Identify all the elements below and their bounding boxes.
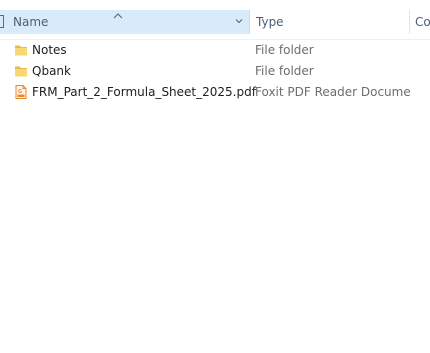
column-header-date-label: Co — [415, 15, 430, 29]
sort-ascending-icon — [113, 13, 123, 19]
select-all-checkbox[interactable] — [0, 15, 4, 28]
file-explorer-list-view: Name Type Co Notes File folder Qbank Fil… — [0, 0, 430, 353]
folder-icon — [15, 66, 27, 77]
file-name: FRM_Part_2_Formula_Sheet_2025.pdf — [32, 85, 256, 99]
file-type: File folder — [255, 64, 314, 78]
list-item[interactable]: Qbank File folder — [0, 61, 430, 82]
column-header-name[interactable]: Name — [0, 10, 250, 34]
svg-text:G: G — [18, 89, 22, 95]
column-header-date-partial[interactable]: Co — [410, 10, 430, 34]
file-list: Notes File folder Qbank File folder G FR… — [0, 40, 430, 103]
list-item[interactable]: G FRM_Part_2_Formula_Sheet_2025.pdf Foxi… — [0, 82, 430, 103]
column-header-type-label: Type — [256, 15, 284, 29]
list-item[interactable]: Notes File folder — [0, 40, 430, 61]
file-type: Foxit PDF Reader Docume... — [255, 85, 410, 99]
file-type: File folder — [255, 43, 314, 57]
column-header-type[interactable]: Type — [250, 10, 410, 34]
column-header-name-label: Name — [13, 15, 49, 29]
file-name: Qbank — [32, 64, 71, 78]
folder-icon — [15, 45, 27, 56]
column-header-row: Name Type Co — [0, 0, 430, 40]
file-name: Notes — [32, 43, 67, 57]
foxit-pdf-icon: G — [15, 85, 27, 99]
chevron-down-icon[interactable] — [234, 16, 244, 26]
